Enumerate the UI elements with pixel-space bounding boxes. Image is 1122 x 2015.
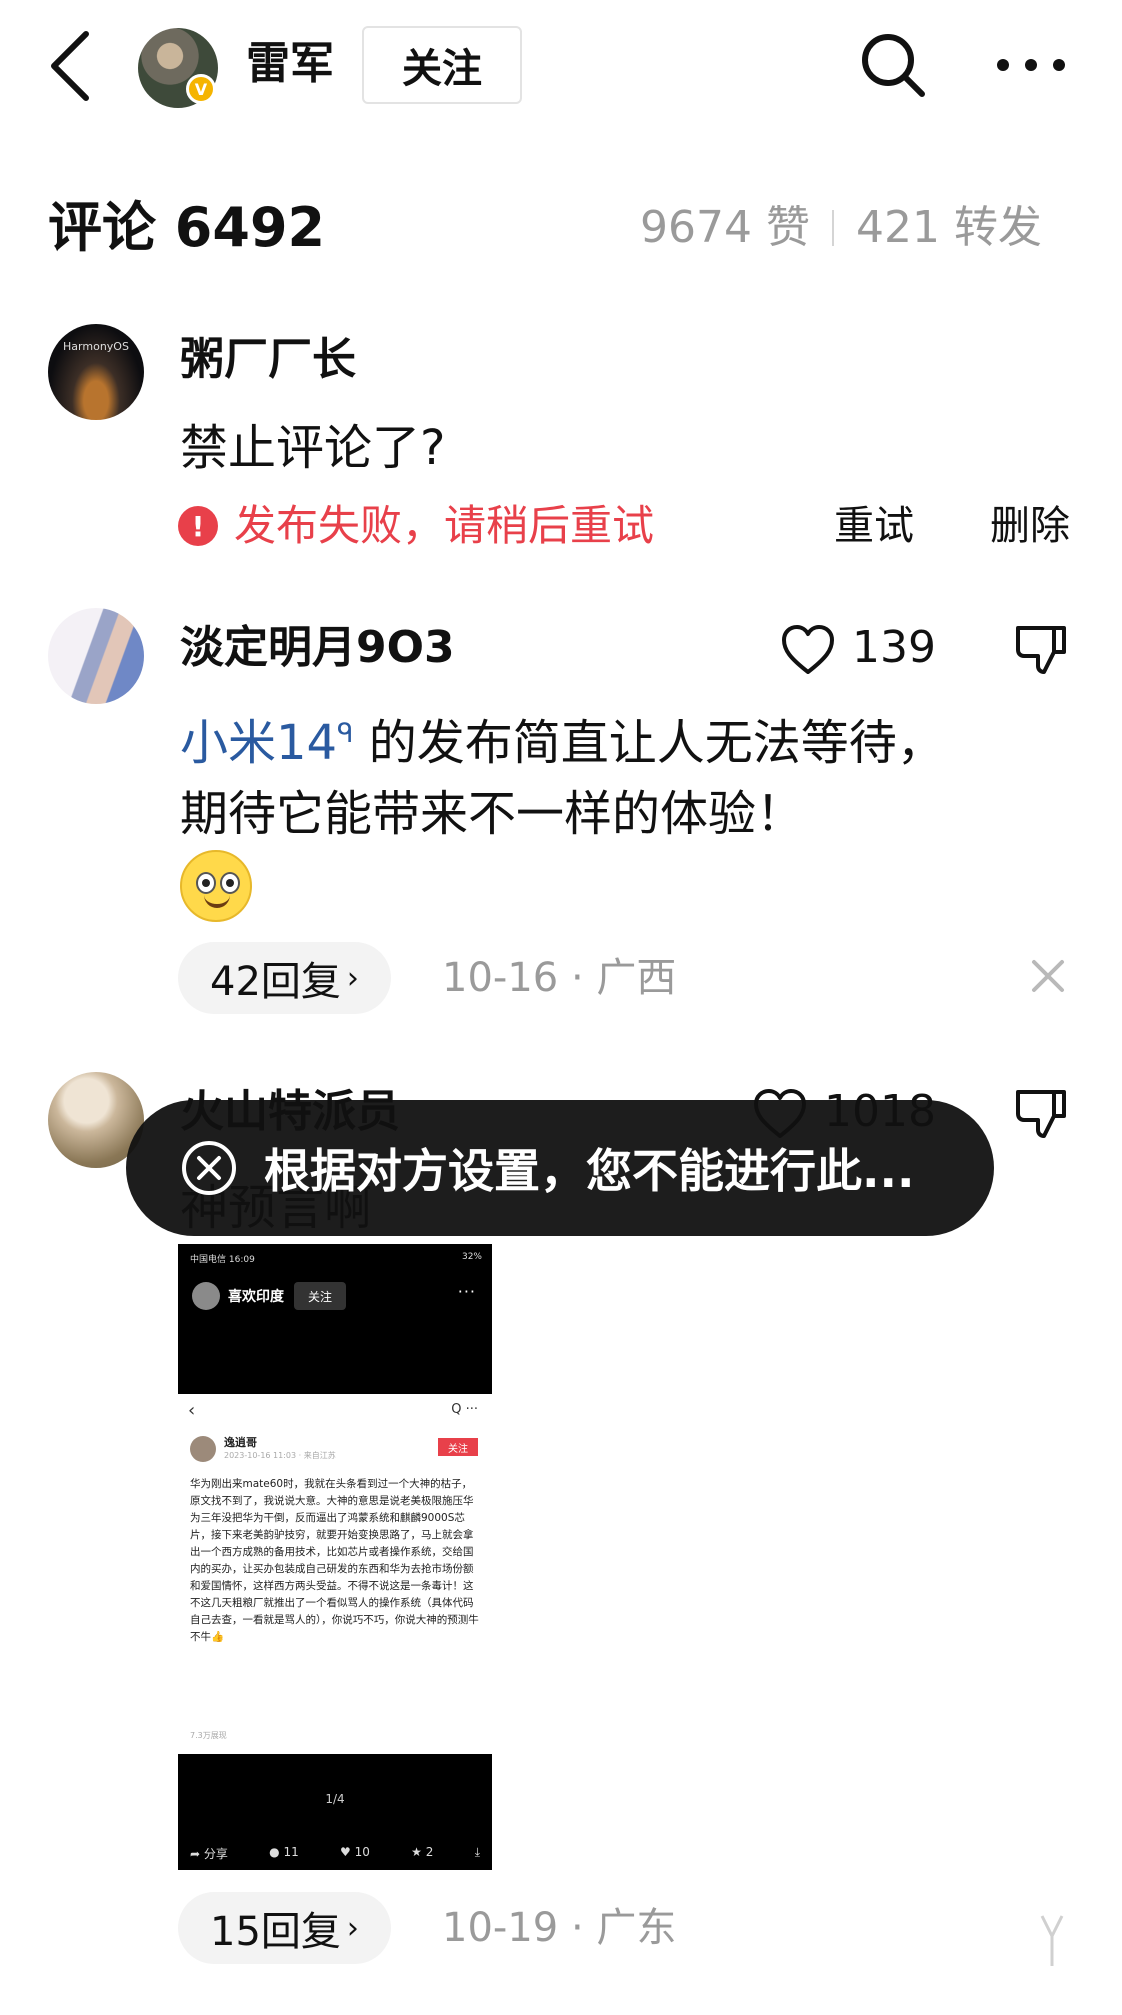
image-download: ⤓: [474, 1845, 480, 1859]
close-circle-icon: [182, 1141, 236, 1195]
image-post-follow: 关注: [438, 1438, 478, 1456]
like-icon[interactable]: [780, 624, 836, 676]
image-back-icon: ‹: [188, 1400, 196, 1421]
image-share: ➦ 分享: [190, 1847, 228, 1861]
image-top-icons: Q ···: [451, 1402, 478, 1417]
emoji-eye: [196, 872, 216, 894]
image-post-body: 华为刚出来mate60时，我就在头条看到过一个大神的枯子，原文找不到了，我说说大…: [190, 1478, 479, 1643]
image-post-views: 7.3万展现: [190, 1731, 227, 1740]
reposts-count[interactable]: 421 转发: [856, 196, 1042, 260]
image-post-avatar: [190, 1436, 216, 1462]
delete-button[interactable]: 删除: [990, 496, 1070, 556]
comment-avatar[interactable]: [48, 324, 144, 420]
image-user-name: 喜欢印度: [228, 1289, 284, 1305]
replies-count: 42回复: [210, 959, 341, 1005]
comment-text: 期待它能带来不一样的体验！: [180, 786, 805, 842]
scroll-indicator-icon[interactable]: [1040, 1914, 1064, 1968]
image-status-left: 中国电信 16:09: [190, 1255, 255, 1265]
image-follow-button: 关注: [294, 1282, 346, 1310]
toast-message: 根据对方设置，您不能进行此...: [126, 1100, 994, 1236]
search-icon[interactable]: [858, 30, 928, 100]
image-more-icon: ···: [457, 1282, 476, 1301]
image-status-bar: 中国电信 16:09 32%: [190, 1252, 482, 1265]
like-count: 139: [852, 622, 936, 673]
image-inner-page: ‹ Q ··· 逸逍哥 2023-10-16 11:03 · 来自江苏 关注 华…: [178, 1394, 492, 1754]
smiley-emoji: [180, 850, 252, 922]
stats-divider: [831, 210, 834, 246]
publish-failed-text: 发布失败，请稍后重试: [234, 501, 655, 550]
image-status-right: 32%: [461, 1252, 482, 1262]
retry-button[interactable]: 重试: [834, 496, 914, 556]
chevron-right-icon: ›: [346, 960, 359, 996]
image-comments: ● 11: [269, 1845, 299, 1859]
image-page-counter: 1/4: [325, 1792, 345, 1806]
image-action-bar: ➦ 分享 ● 11 ♥ 10 ★ 2 ⤓: [190, 1845, 480, 1862]
comment-user-name[interactable]: 粥厂厂长: [180, 330, 356, 390]
comment-user-name[interactable]: 淡定明月9O3: [180, 618, 455, 678]
error-icon: !: [178, 506, 218, 546]
verified-badge: V: [186, 74, 216, 104]
image-avatar: [192, 1282, 220, 1310]
follow-button[interactable]: 关注: [362, 26, 522, 104]
comment-meta: 10-19 · 广东: [442, 1905, 677, 1951]
replies-count: 15回复: [210, 1909, 341, 1955]
comment-image[interactable]: 中国电信 16:09 32% 喜欢印度 关注 ··· ‹ Q ··· 逸逍哥 2…: [178, 1244, 492, 1870]
comment-text: 禁止评论了?: [180, 420, 446, 476]
more-icon[interactable]: [996, 58, 1066, 72]
toast-text: 根据对方设置，您不能进行此...: [264, 1144, 915, 1198]
dislike-icon[interactable]: [1014, 622, 1068, 676]
emoji-eye: [220, 872, 240, 894]
comment-text: 的发布简直让人无法等待，: [353, 715, 945, 771]
comments-count-title: 评论 6492: [48, 196, 326, 259]
topic-link[interactable]: 小米14: [180, 715, 337, 771]
image-post-date: 2023-10-16 11:03 · 来自江苏: [224, 1451, 336, 1460]
comment-text-line: 小米14ᑫ 的发布简直让人无法等待，: [180, 694, 945, 783]
image-post-author: 逸逍哥: [224, 1436, 257, 1449]
chevron-right-icon: ›: [346, 1910, 359, 1946]
comment-meta: 10-16 · 广西: [442, 955, 677, 1001]
image-favorites: ★ 2: [411, 1845, 434, 1859]
emoji-mouth: [204, 894, 230, 908]
search-topic-icon[interactable]: ᑫ: [337, 719, 353, 749]
dislike-icon[interactable]: [1014, 1086, 1068, 1140]
comment-avatar[interactable]: [48, 608, 144, 704]
user-name[interactable]: 雷军: [246, 34, 334, 94]
avatar-label: HarmonyOS: [63, 340, 129, 353]
likes-count[interactable]: 9674 赞: [640, 196, 810, 260]
replies-button[interactable]: 15回复 ›: [178, 1892, 391, 1964]
image-likes: ♥ 10: [340, 1845, 370, 1859]
back-icon[interactable]: [46, 28, 96, 104]
post-stats: 9674 赞 421 转发: [640, 196, 1042, 260]
close-icon[interactable]: [1030, 958, 1066, 994]
replies-button[interactable]: 42回复 ›: [178, 942, 391, 1014]
